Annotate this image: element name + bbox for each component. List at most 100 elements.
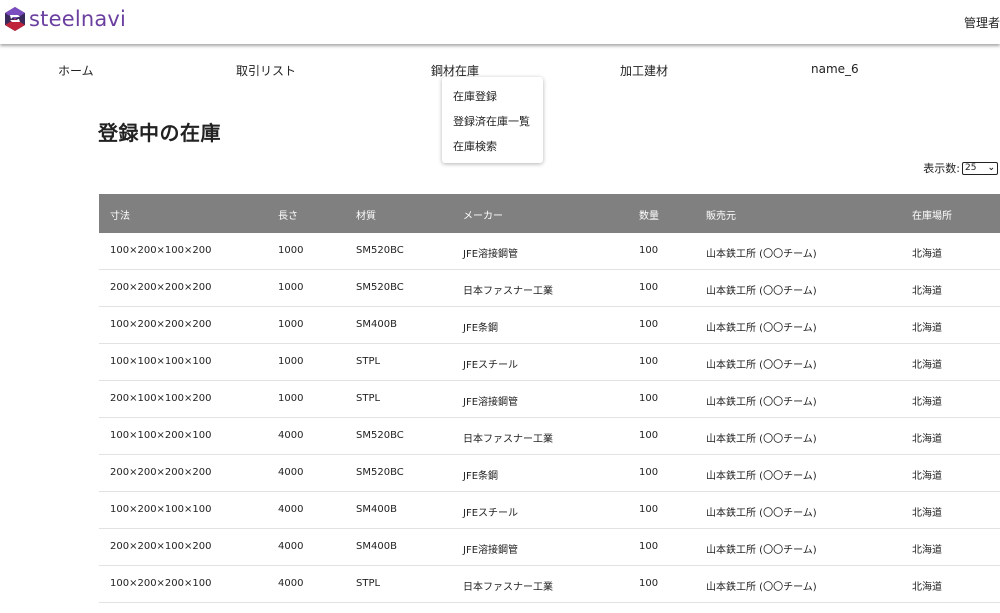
cell-location: 北海道 <box>912 360 942 371</box>
chevron-down-icon: ⌄ <box>987 162 995 173</box>
cell-size: 200×200×200×200 <box>110 282 212 293</box>
cell-maker: JFE溶接鋼管 <box>463 545 519 556</box>
cell-quantity: 100 <box>639 541 659 552</box>
cell-quantity: 100 <box>639 356 659 367</box>
cell-material: SM400B <box>356 541 397 552</box>
cell-quantity: 100 <box>639 245 659 256</box>
user-menu[interactable]: 管理者 <box>964 14 1000 31</box>
cell-seller: 山本鉄工所 (〇〇チーム) <box>706 471 817 482</box>
table-row[interactable]: 100×200×200×200 1000 SM400B JFE条鋼 100 山本鉄工所 (… <box>99 307 1000 344</box>
menu-item-registered-stock-list[interactable]: 登録済在庫一覧 <box>453 113 530 129</box>
cell-length: 4000 <box>278 578 304 589</box>
cell-length: 1000 <box>278 245 304 256</box>
cell-size: 200×100×100×200 <box>110 393 212 404</box>
cell-location: 北海道 <box>912 249 942 260</box>
cell-seller: 山本鉄工所 (〇〇チーム) <box>706 249 817 260</box>
table-row[interactable]: 100×200×200×100 4000 STPL 日本ファスナー工業 100 山本鉄工所… <box>99 566 1000 603</box>
cell-length: 1000 <box>278 393 304 404</box>
cell-quantity: 100 <box>639 319 659 330</box>
cell-material: SM400B <box>356 319 397 330</box>
column-header-location[interactable]: 在庫場所 <box>912 207 952 222</box>
cell-quantity: 100 <box>639 282 659 293</box>
cell-seller: 山本鉄工所 (〇〇チーム) <box>706 434 817 445</box>
cell-material: SM520BC <box>356 467 404 478</box>
steel-stock-dropdown-menu: 在庫登録 登録済在庫一覧 在庫検索 <box>442 77 543 163</box>
cell-size: 100×200×100×100 <box>110 504 212 515</box>
cell-location: 北海道 <box>912 323 942 334</box>
cell-size: 200×200×200×200 <box>110 467 212 478</box>
nav-item-processed-materials[interactable]: 加工建材 <box>620 62 668 79</box>
nav-item-home[interactable]: ホーム <box>58 62 94 79</box>
table-row[interactable]: 100×100×200×100 4000 SM520BC 日本ファスナー工業 100 山本… <box>99 418 1000 455</box>
column-header-material[interactable]: 材質 <box>356 207 376 222</box>
cell-location: 北海道 <box>912 545 942 556</box>
column-header-size[interactable]: 寸法 <box>110 207 130 222</box>
app-header: steelnavi 管理者 <box>0 0 1000 44</box>
cell-seller: 山本鉄工所 (〇〇チーム) <box>706 286 817 297</box>
main-nav: ホーム 取引リスト 鋼材在庫 加工建材 name_6 <box>0 62 1000 78</box>
cell-material: SM520BC <box>356 430 404 441</box>
cell-seller: 山本鉄工所 (〇〇チーム) <box>706 323 817 334</box>
table-row[interactable]: 100×200×100×200 1000 SM520BC JFE溶接鋼管 100 山本鉄工… <box>99 233 1000 270</box>
cell-quantity: 100 <box>639 504 659 515</box>
logo-mark-icon <box>5 7 25 31</box>
page-title: 登録中の在庫 <box>98 121 221 145</box>
table-row[interactable]: 100×100×100×100 1000 STPL JFEスチール 100 山本鉄工所 (… <box>99 344 1000 381</box>
stock-table: 寸法 長さ 材質 メーカー 数量 販売元 在庫場所 100×200×100×20… <box>99 194 1000 603</box>
column-header-seller[interactable]: 販売元 <box>706 207 736 222</box>
cell-size: 200×200×100×200 <box>110 541 212 552</box>
cell-maker: 日本ファスナー工業 <box>463 434 553 445</box>
cell-maker: 日本ファスナー工業 <box>463 582 553 593</box>
cell-location: 北海道 <box>912 508 942 519</box>
cell-seller: 山本鉄工所 (〇〇チーム) <box>706 397 817 408</box>
cell-maker: JFE条鋼 <box>463 323 499 334</box>
cell-quantity: 100 <box>639 430 659 441</box>
logo-text: steelnavi <box>29 7 127 31</box>
table-body: 100×200×100×200 1000 SM520BC JFE溶接鋼管 100 山本鉄工… <box>99 233 1000 603</box>
cell-location: 北海道 <box>912 286 942 297</box>
cell-maker: 日本ファスナー工業 <box>463 286 553 297</box>
nav-item-name-6[interactable]: name_6 <box>811 62 859 76</box>
cell-maker: JFE溶接鋼管 <box>463 397 519 408</box>
cell-quantity: 100 <box>639 578 659 589</box>
cell-length: 1000 <box>278 319 304 330</box>
cell-maker: JFE溶接鋼管 <box>463 249 519 260</box>
cell-seller: 山本鉄工所 (〇〇チーム) <box>706 582 817 593</box>
table-row[interactable]: 200×100×100×200 1000 STPL JFE溶接鋼管 100 山本鉄工所 (… <box>99 381 1000 418</box>
column-header-quantity[interactable]: 数量 <box>639 207 659 222</box>
cell-maker: JFE条鋼 <box>463 471 499 482</box>
per-page-label: 表示数: <box>923 162 960 175</box>
cell-seller: 山本鉄工所 (〇〇チーム) <box>706 508 817 519</box>
cell-length: 1000 <box>278 356 304 367</box>
cell-material: SM400B <box>356 504 397 515</box>
column-header-maker[interactable]: メーカー <box>463 207 503 222</box>
cell-length: 4000 <box>278 504 304 515</box>
cell-material: SM520BC <box>356 245 404 256</box>
cell-length: 4000 <box>278 467 304 478</box>
cell-location: 北海道 <box>912 582 942 593</box>
menu-item-stock-search[interactable]: 在庫検索 <box>453 138 497 154</box>
cell-length: 4000 <box>278 430 304 441</box>
column-header-length[interactable]: 長さ <box>278 207 298 222</box>
per-page-select[interactable]: 25 ⌄ <box>962 161 998 175</box>
logo[interactable]: steelnavi <box>4 6 126 32</box>
table-row[interactable]: 200×200×200×200 1000 SM520BC 日本ファスナー工業 100 山本… <box>99 270 1000 307</box>
cell-seller: 山本鉄工所 (〇〇チーム) <box>706 545 817 556</box>
nav-item-transactions[interactable]: 取引リスト <box>236 62 296 79</box>
cell-location: 北海道 <box>912 434 942 445</box>
cell-location: 北海道 <box>912 397 942 408</box>
per-page-value: 25 <box>965 163 977 173</box>
cell-location: 北海道 <box>912 471 942 482</box>
cell-length: 1000 <box>278 282 304 293</box>
cell-size: 100×100×200×100 <box>110 430 212 441</box>
cell-quantity: 100 <box>639 467 659 478</box>
cell-seller: 山本鉄工所 (〇〇チーム) <box>706 360 817 371</box>
table-header: 寸法 長さ 材質 メーカー 数量 販売元 在庫場所 <box>99 194 1000 233</box>
cell-material: STPL <box>356 578 381 589</box>
table-row[interactable]: 200×200×100×200 4000 SM400B JFE溶接鋼管 100 山本鉄工所… <box>99 529 1000 566</box>
cell-size: 100×100×100×100 <box>110 356 212 367</box>
table-row[interactable]: 200×200×200×200 4000 SM520BC JFE条鋼 100 山本鉄工所 … <box>99 455 1000 492</box>
cell-size: 100×200×200×200 <box>110 319 212 330</box>
table-row[interactable]: 100×200×100×100 4000 SM400B JFEスチール 100 山本鉄工所… <box>99 492 1000 529</box>
menu-item-stock-register[interactable]: 在庫登録 <box>453 88 497 104</box>
